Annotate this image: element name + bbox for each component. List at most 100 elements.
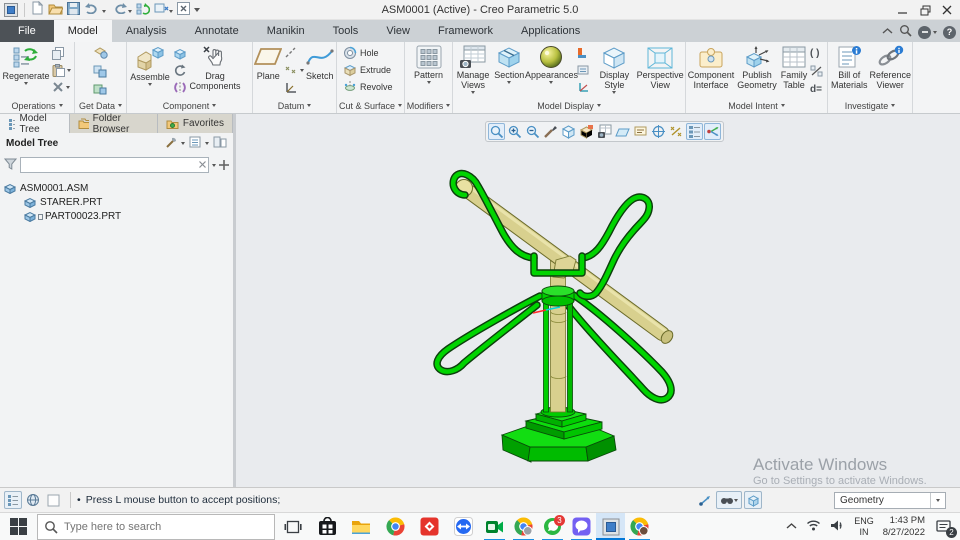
task-view-button[interactable] <box>276 513 310 540</box>
help-icon[interactable]: ? <box>943 25 956 39</box>
paste-button[interactable] <box>52 62 71 78</box>
component-interface-button[interactable]: Component Interface <box>687 44 735 91</box>
creo-taskbar-button[interactable] <box>596 512 625 540</box>
pattern-button[interactable]: Pattern <box>407 44 451 84</box>
open-icon[interactable] <box>48 2 64 18</box>
tab-favorites[interactable]: Favorites <box>157 114 233 133</box>
chrome-profile1-button[interactable] <box>509 513 538 540</box>
taskbar-search-input[interactable] <box>64 520 268 533</box>
redo-icon[interactable] <box>110 2 132 17</box>
saved-orientations-icon[interactable] <box>578 123 595 140</box>
spin-center-toolbar-icon[interactable] <box>650 123 667 140</box>
display-style-button[interactable]: Display Style <box>592 44 636 94</box>
axis-button[interactable] <box>284 45 304 61</box>
tab-file[interactable]: File <box>0 20 54 42</box>
restore-button[interactable] <box>914 0 936 20</box>
appearances-button[interactable]: Appearances <box>525 44 578 84</box>
collapse-ribbon-icon[interactable] <box>882 26 893 38</box>
assembly-model-3d[interactable] <box>390 144 730 484</box>
section-button[interactable]: Section <box>492 44 526 84</box>
chrome-profile2-button[interactable] <box>625 513 654 540</box>
close-button[interactable] <box>936 0 958 20</box>
blank-panel-icon[interactable] <box>44 491 62 509</box>
viber-button[interactable] <box>567 513 596 540</box>
chrome-button[interactable] <box>378 513 412 540</box>
tree-filters-icon[interactable] <box>189 136 201 151</box>
filter-funnel-icon[interactable] <box>3 158 18 173</box>
select-geometry-icon[interactable] <box>744 491 762 509</box>
publish-geometry-button[interactable]: Publish Geometry <box>735 44 779 91</box>
repaint-icon[interactable] <box>542 123 559 140</box>
red-app-button[interactable] <box>412 513 446 540</box>
copy-geometry-button[interactable] <box>93 63 108 79</box>
group-label-datum[interactable]: Datum <box>253 98 336 113</box>
extrude-button[interactable]: Extrude <box>343 61 391 78</box>
group-label-cut-surface[interactable]: Cut & Surface <box>337 98 404 113</box>
selection-filter-dropdown[interactable]: Geometry <box>834 491 946 509</box>
orient-mode-button[interactable] <box>577 79 591 95</box>
tray-expand-icon[interactable] <box>786 521 797 533</box>
undo-icon[interactable] <box>84 2 106 17</box>
tab-view[interactable]: View <box>372 20 424 42</box>
mirror-component-button[interactable] <box>173 79 187 95</box>
bill-of-materials-button[interactable]: Bill of Materials <box>829 44 869 91</box>
find-tool-icon[interactable] <box>716 491 742 509</box>
group-label-modifiers[interactable]: Modifiers <box>405 98 452 113</box>
wifi-icon[interactable] <box>806 519 821 534</box>
manage-views-button[interactable]: Manage Views <box>454 44 492 94</box>
regenerate-button[interactable]: Regenerate <box>1 44 51 85</box>
graphics-viewport[interactable]: Activate Windows Go to Settings to activ… <box>236 114 960 487</box>
group-label-component[interactable]: Component <box>127 98 252 113</box>
tab-folder-browser[interactable]: Folder Browser <box>69 113 158 135</box>
point-button[interactable] <box>284 62 304 78</box>
file-explorer-button[interactable] <box>344 513 378 540</box>
plane-button[interactable]: Plane <box>254 44 283 82</box>
regenerate-small-icon[interactable] <box>136 2 151 18</box>
action-center-icon[interactable]: 2 <box>934 517 957 538</box>
tree-search-field[interactable] <box>21 158 197 172</box>
tab-model[interactable]: Model <box>53 20 112 42</box>
parameters-button[interactable]: ( ) <box>810 45 823 61</box>
tab-framework[interactable]: Framework <box>424 20 507 42</box>
group-label-get-data[interactable]: Get Data <box>75 98 126 113</box>
tree-item-starer[interactable]: STARER.PRT <box>24 196 233 209</box>
csys-button[interactable] <box>284 79 304 95</box>
tab-tools[interactable]: Tools <box>319 20 373 42</box>
new-file-icon[interactable] <box>31 0 44 18</box>
add-filter-icon[interactable] <box>219 158 229 173</box>
tab-applications[interactable]: Applications <box>507 20 594 42</box>
filter-dropdown-caret[interactable] <box>930 492 945 508</box>
tab-annotate[interactable]: Annotate <box>181 20 253 42</box>
group-label-model-intent[interactable]: Model Intent <box>686 98 827 113</box>
delete-button[interactable] <box>52 79 71 95</box>
tab-manikin[interactable]: Manikin <box>253 20 319 42</box>
group-label-model-display[interactable]: Model Display <box>453 98 685 113</box>
display-style-toolbar-icon[interactable] <box>560 123 577 140</box>
tree-search-input[interactable] <box>20 157 209 173</box>
tree-filter-toggle-icon[interactable] <box>686 123 703 140</box>
app-icon[interactable] <box>4 2 18 17</box>
shrinkwrap-button[interactable] <box>93 81 108 97</box>
dragger-toggle-icon[interactable] <box>704 123 721 140</box>
web-browser-toggle-icon[interactable] <box>24 491 42 509</box>
family-table-button[interactable]: Family Table <box>779 44 809 91</box>
revolve-button[interactable]: Revolve <box>343 78 393 95</box>
zoom-out-icon[interactable] <box>524 123 541 140</box>
datum-display-icon[interactable] <box>614 123 631 140</box>
language-indicator[interactable]: ENG IN <box>854 516 874 537</box>
whatsapp-button[interactable]: 3 <box>538 513 567 540</box>
taskbar-search[interactable] <box>36 513 276 540</box>
create-component-button[interactable] <box>173 45 187 61</box>
import-udf-button[interactable] <box>93 45 108 61</box>
hole-button[interactable]: Hole <box>343 44 379 61</box>
copy-button[interactable] <box>52 45 71 61</box>
dragger-status-icon[interactable] <box>696 491 714 509</box>
drag-components-button[interactable]: Drag Components <box>188 44 242 92</box>
zoom-region-icon[interactable] <box>488 123 505 140</box>
qat-menu-caret[interactable] <box>194 7 200 12</box>
group-label-investigate[interactable]: Investigate <box>828 98 912 113</box>
zoom-in-icon[interactable] <box>506 123 523 140</box>
annotation-display-button[interactable] <box>577 62 591 78</box>
microsoft-store-button[interactable] <box>310 513 344 540</box>
annotation-display-toolbar-icon[interactable] <box>632 123 649 140</box>
